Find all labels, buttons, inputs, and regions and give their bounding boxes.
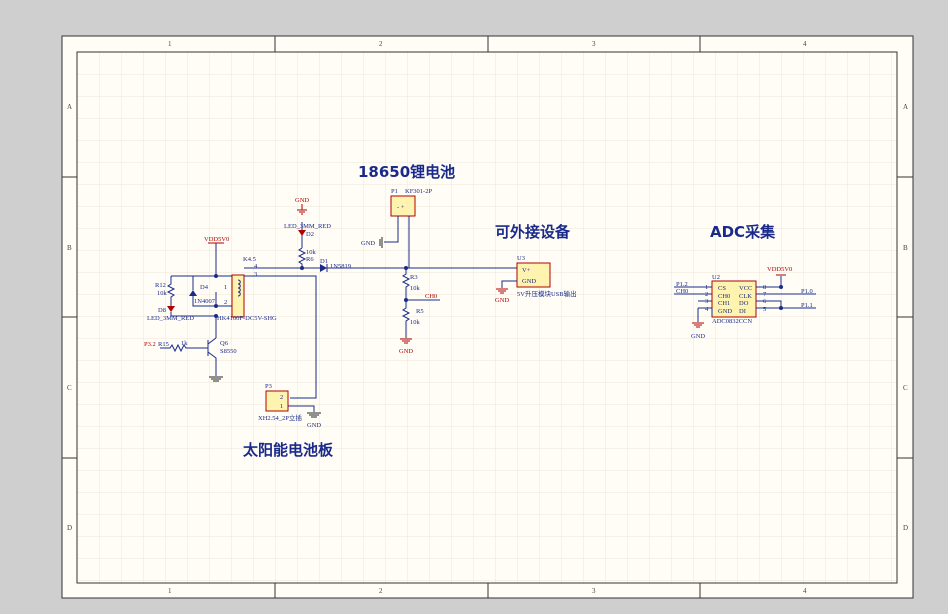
schematic-sheet: 1 2 3 4 1 2 3 4 A B C D A B C D 18650锂电池… — [61, 35, 914, 599]
u2-pin-cs: CS — [718, 285, 726, 292]
adc-title: ADC采集 — [710, 223, 776, 241]
gnd-top-label: GND — [295, 197, 309, 204]
svg-text:- +: - + — [397, 204, 405, 211]
u2-value: ADC0832CCN — [712, 318, 752, 325]
zone-row-a: A — [67, 103, 72, 111]
r6-ref: R6 — [306, 256, 314, 263]
u3-ref: U3 — [517, 255, 525, 262]
r12-value: 10k — [157, 290, 168, 297]
u2-vdd-label: VDD5V0 — [767, 266, 792, 273]
q6-value: S8550 — [220, 348, 237, 355]
net-p32: P3.2 — [144, 341, 156, 348]
r12-ref: R12 — [155, 282, 166, 289]
u2-pin-gnd: GND — [718, 308, 732, 315]
relay-ref: K4.5 — [243, 256, 256, 263]
relay-pin-3: 3 — [254, 271, 257, 278]
u3-value: 5V升压模块USB输出 — [517, 289, 577, 298]
d1-ref: D1 — [320, 258, 328, 265]
zone-row-c: C — [67, 384, 72, 392]
net-p11: P1.1 — [801, 302, 813, 309]
u2-pin-di: DI — [739, 308, 746, 315]
zone-col-4: 4 — [803, 40, 807, 48]
q6-ref: Q6 — [220, 340, 229, 347]
p1-value: KF301-2P — [405, 188, 432, 195]
relay-value: HK4100F-DC5V-SHG — [217, 315, 277, 322]
zone-col-3: 3 — [592, 40, 596, 48]
u3-gnd-label: GND — [495, 297, 509, 304]
u3-gnd-pin: GND — [522, 278, 536, 285]
d2-ref: D2 — [306, 231, 314, 238]
relay-pin-2: 2 — [224, 299, 227, 306]
zone-row-d: D — [67, 524, 72, 532]
r15-value: 1k — [181, 340, 188, 347]
battery-title: 18650锂电池 — [358, 163, 455, 181]
relay-pin-1: 1 — [224, 284, 227, 291]
net-ch0-u2: CH0 — [676, 288, 688, 295]
r3-value: 10k — [410, 285, 421, 292]
d2-value: LED_3MM_RED — [284, 223, 331, 230]
p3-pin-1: 1 — [280, 403, 283, 410]
p3-value: XH2.54_2P立插 — [258, 413, 302, 422]
zone-col-1-bottom: 1 — [168, 587, 172, 595]
zone-col-1: 1 — [168, 40, 172, 48]
d1-value: 1N5819 — [330, 263, 351, 270]
r5-gnd-label: GND — [399, 348, 413, 355]
p3-gnd-label: GND — [307, 422, 321, 429]
u2-num-5: 5 — [763, 306, 766, 313]
d8-value: LED_3MM_RED — [147, 315, 194, 322]
zone-col-2: 2 — [379, 40, 383, 48]
u2-pin-ch0: CH0 — [718, 293, 730, 300]
r5-ref: R5 — [416, 308, 424, 315]
u2-gnd-label: GND — [691, 333, 705, 340]
relay-vdd-label: VDD5V0 — [204, 236, 229, 243]
u3-vplus: V+ — [522, 267, 531, 274]
zone-row-c-right: C — [903, 384, 908, 392]
p3-ref: P3 — [265, 383, 272, 390]
r6-value: 10k — [306, 249, 317, 256]
zone-row-b: B — [67, 244, 72, 252]
zone-row-d-right: D — [903, 524, 908, 532]
p1-ref: P1 — [391, 188, 398, 195]
solar-panel-title: 太阳能电池板 — [243, 441, 334, 459]
net-p10: P1.0 — [801, 288, 813, 295]
external-device-title: 可外接设备 — [495, 223, 571, 241]
p3-pin-2: 2 — [280, 394, 283, 401]
u2-pin-clk: CLK — [739, 293, 752, 300]
net-p12: P1.2 — [676, 281, 688, 288]
zone-row-a-right: A — [903, 103, 908, 111]
ch0-net: CH0 — [425, 293, 437, 300]
zone-col-2-bottom: 2 — [379, 587, 383, 595]
d8-ref: D8 — [158, 307, 166, 314]
zone-row-b-right: B — [903, 244, 908, 252]
u2-pin-vcc: VCC — [739, 285, 752, 292]
zone-col-4-bottom: 4 — [803, 587, 807, 595]
p1-gnd-label: GND — [361, 240, 375, 247]
zone-col-3-bottom: 3 — [592, 587, 596, 595]
d4-ref: D4 — [200, 284, 209, 291]
u2-pin-ch1: CH1 — [718, 300, 730, 307]
u2-pin-do: DO — [739, 300, 749, 307]
r15-ref: R15 — [158, 341, 169, 348]
u2-ref: U2 — [712, 274, 720, 281]
r3-ref: R3 — [410, 274, 418, 281]
r5-value: 10k — [410, 319, 421, 326]
drawing-area — [76, 51, 898, 584]
d4-value: 1N4007 — [194, 298, 216, 305]
